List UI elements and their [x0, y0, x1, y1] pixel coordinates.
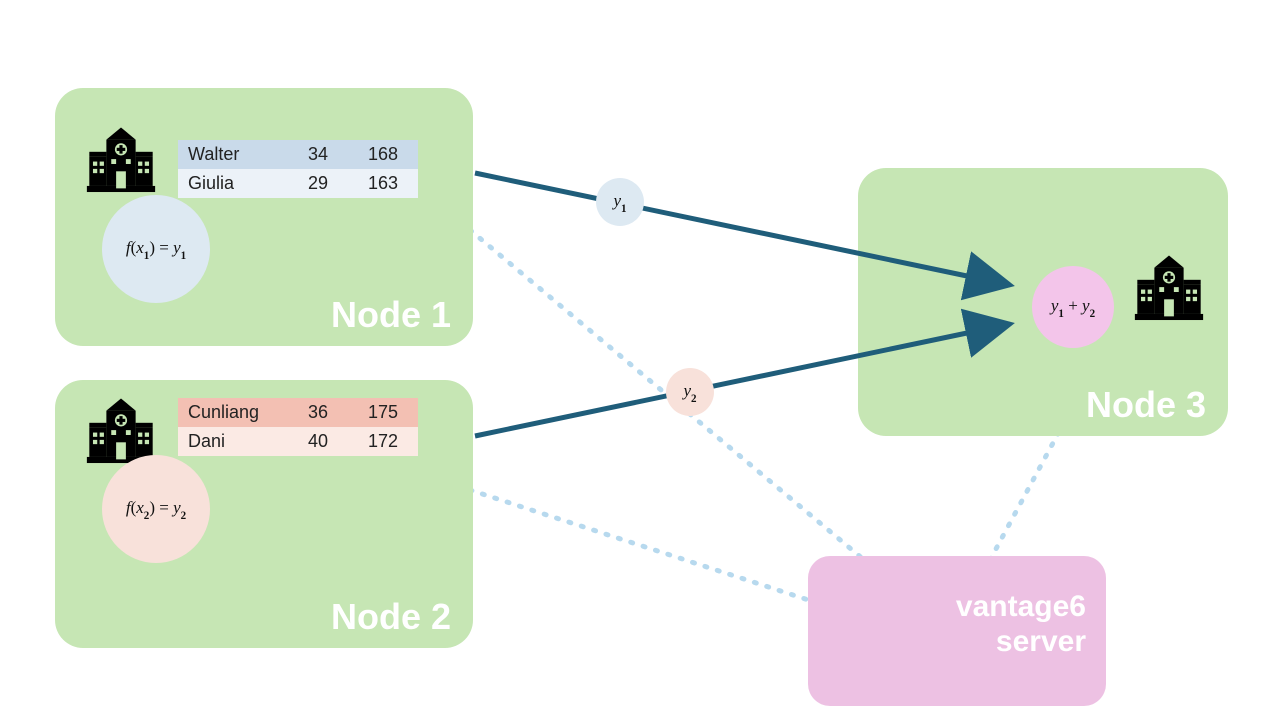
node-1-formula-circle: f(x1) = y1: [102, 195, 210, 303]
table-row: Cunliang 36 175: [178, 398, 418, 427]
node-2-table: Cunliang 36 175 Dani 40 172: [178, 398, 418, 456]
node-1-formula: f(x1) = y1: [126, 238, 186, 260]
node-2-formula-circle: f(x2) = y2: [102, 455, 210, 563]
y1-label: y1: [613, 191, 626, 213]
server-title: vantage6 server: [956, 590, 1086, 659]
table-row: Walter 34 168: [178, 140, 418, 169]
server-title-line1: vantage6: [956, 590, 1086, 623]
result-formula: y1 + y2: [1051, 296, 1095, 318]
table-row: Dani 40 172: [178, 427, 418, 456]
hospital-icon: [82, 125, 160, 203]
node-2-title: Node 2: [331, 596, 451, 638]
node-2-formula: f(x2) = y2: [126, 498, 186, 520]
server-title-line2: server: [996, 625, 1086, 658]
node-1-table: Walter 34 168 Giulia 29 163: [178, 140, 418, 198]
hospital-icon: [1130, 253, 1208, 331]
result-circle: y1 + y2: [1032, 266, 1114, 348]
node-3-title: Node 3: [1086, 384, 1206, 426]
node-1-title: Node 1: [331, 294, 451, 336]
server-box: vantage6 server: [808, 556, 1106, 706]
edge-y1-label: y1: [596, 178, 644, 226]
y2-label: y2: [683, 381, 696, 403]
edge-y2-label: y2: [666, 368, 714, 416]
table-row: Giulia 29 163: [178, 169, 418, 198]
